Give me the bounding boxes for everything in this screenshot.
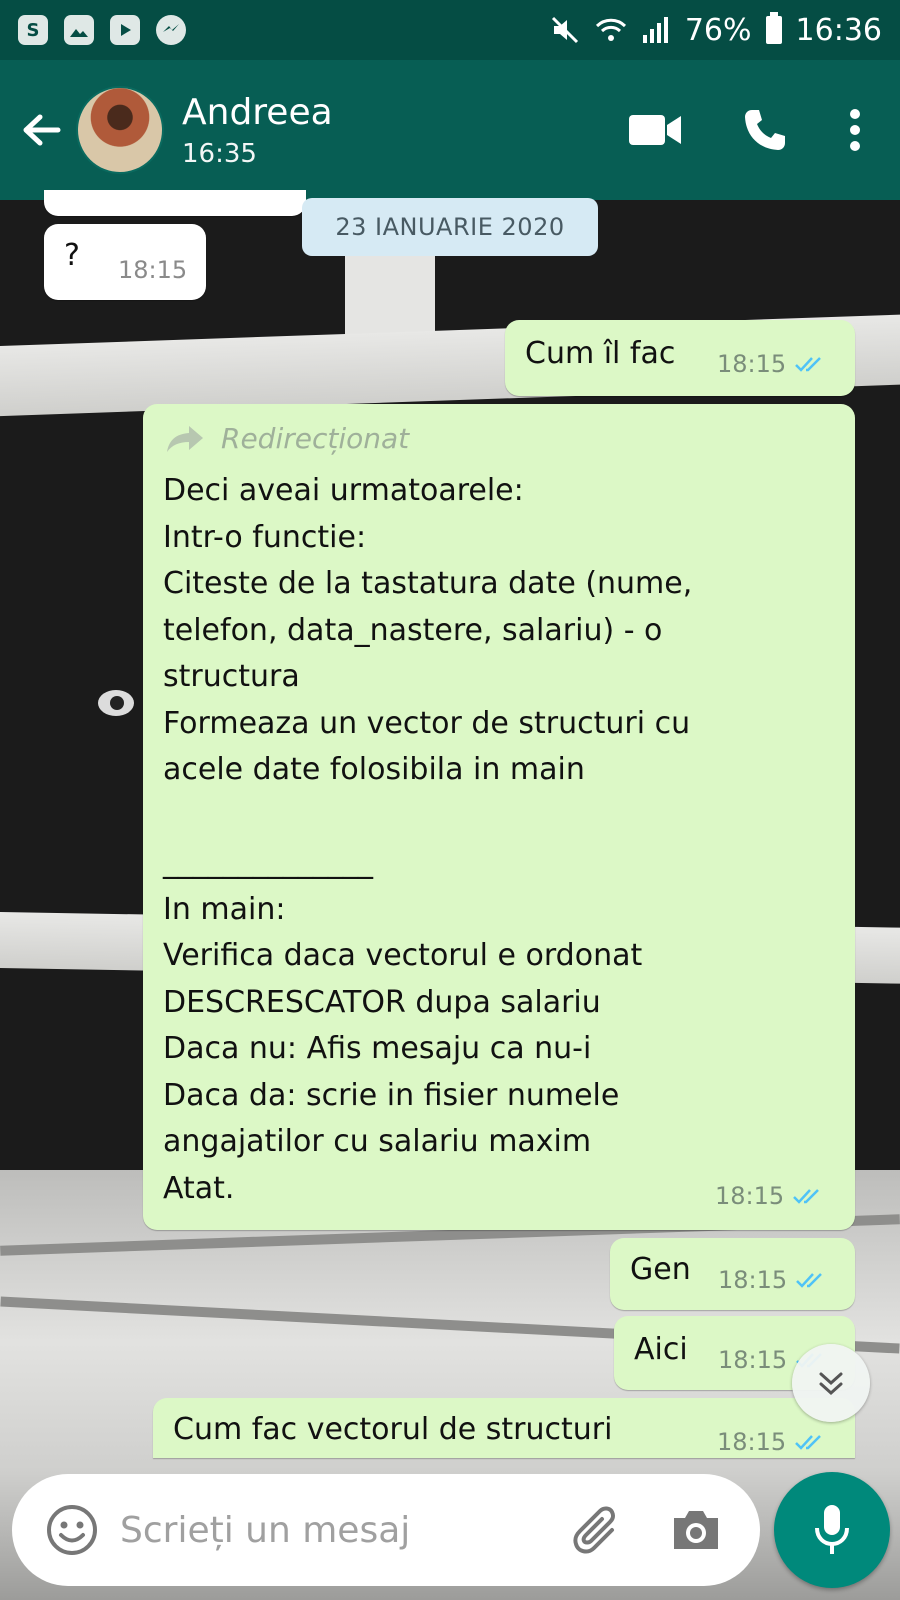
message-line: Daca da: scrie in fisier numele [163,1077,620,1113]
more-options-button[interactable] [820,80,890,180]
voice-call-button[interactable] [710,80,820,180]
status-time: 16:36 [795,12,882,48]
message-line [163,794,692,841]
message-time: 18:15 [718,1266,788,1294]
date-divider: 23 IANUARIE 2020 [302,198,598,256]
message-time: 18:15 [717,1428,787,1456]
forward-arrow-icon [167,425,203,452]
message-time: 18:15 [718,1346,788,1374]
message-time: 18:15 [717,350,787,378]
wallpaper-eye [98,690,134,716]
message-line: Atat. [163,1170,235,1206]
message-text: Gen [630,1252,691,1287]
read-ticks-icon [793,1189,820,1204]
message-line: ______________ [163,845,373,880]
message-line: Intr-o functie: [163,519,367,555]
wifi-icon [595,18,626,41]
contact-info[interactable]: Andreea 16:35 [182,92,333,169]
message-text: Deci aveai urmatoarele: Intr-o functie: Ci… [163,468,692,1212]
message-line: Citeste de la tastatura date (nume, [163,566,693,601]
gallery-icon [64,15,94,45]
message-line: In main: [163,891,286,927]
forwarded-indicator: Redirecționat [165,422,409,455]
message-bubble-incoming[interactable]: ? 18:15 [44,224,206,300]
battery-icon [765,12,782,44]
message-text: Cum îl fac [525,336,676,371]
camera-button[interactable] [656,1490,736,1570]
chat-header: Andreea 16:35 [0,60,900,200]
avatar[interactable] [76,86,164,174]
forwarded-message-bubble[interactable]: Redirecționat Deci aveai urmatoarele: Int… [143,404,855,1230]
read-ticks-icon [795,1435,822,1450]
signal-icon [642,17,668,43]
message-input[interactable] [120,1509,540,1551]
message-line: telefon, data_nastere, salariu) - o [163,612,663,648]
phone-icon [745,110,785,150]
status-bar: S 76% 16:36 [0,0,900,60]
emoji-button[interactable] [38,1496,106,1564]
scroll-to-bottom-button[interactable] [792,1344,870,1422]
message-composer [12,1474,760,1586]
message-bubble-outgoing[interactable]: Cum îl fac 18:15 [505,320,855,396]
message-line: structura [163,659,300,694]
message-line: acele date folosibila in main [163,752,585,787]
attach-icon [573,1506,616,1554]
message-bubble-outgoing[interactable]: Cum fac vectorul de structuri 18:15 [153,1398,855,1458]
scroll-down-icon [819,1372,843,1396]
forwarded-label: Redirecționat [221,422,410,455]
video-call-icon [629,115,681,145]
camera-icon [674,1511,718,1549]
youtube-icon [110,15,140,45]
message-bubble-outgoing[interactable]: Gen 18:15 [610,1238,855,1310]
battery-percentage: 76% [684,12,752,48]
message-line: Deci aveai urmatoarele: [163,473,524,508]
back-button[interactable] [6,90,76,170]
voice-message-button[interactable] [774,1472,890,1588]
back-arrow-icon [23,114,61,146]
message-line: angajatilor cu salariu maxim [163,1124,592,1159]
mic-icon [815,1505,849,1554]
last-seen: 16:35 [182,138,257,169]
emoji-icon [47,1505,97,1555]
skype-icon: S [18,15,48,45]
attach-button[interactable] [556,1490,636,1570]
message-line: DESCRESCATOR dupa salariu [163,984,601,1020]
message-line: Formeaza un vector de structuri cu [163,705,691,741]
mute-icon [551,16,578,44]
message-text: Aici [634,1332,688,1367]
previous-message-bubble [44,190,306,216]
message-time: 18:15 [715,1182,785,1210]
more-vert-icon [850,109,860,151]
message-text: Cum fac vectorul de structuri [173,1412,613,1447]
video-call-button[interactable] [600,80,710,180]
contact-name: Andreea [182,91,333,133]
message-text: ? [64,238,80,273]
message-time: 18:15 [118,256,188,284]
read-ticks-icon [796,1273,823,1288]
message-line: Verifica daca vectorul e ordonat [163,938,643,973]
message-line: Daca nu: Afis mesaju ca nu-i [163,1031,592,1066]
read-ticks-icon [795,357,822,372]
messenger-icon [156,15,186,45]
